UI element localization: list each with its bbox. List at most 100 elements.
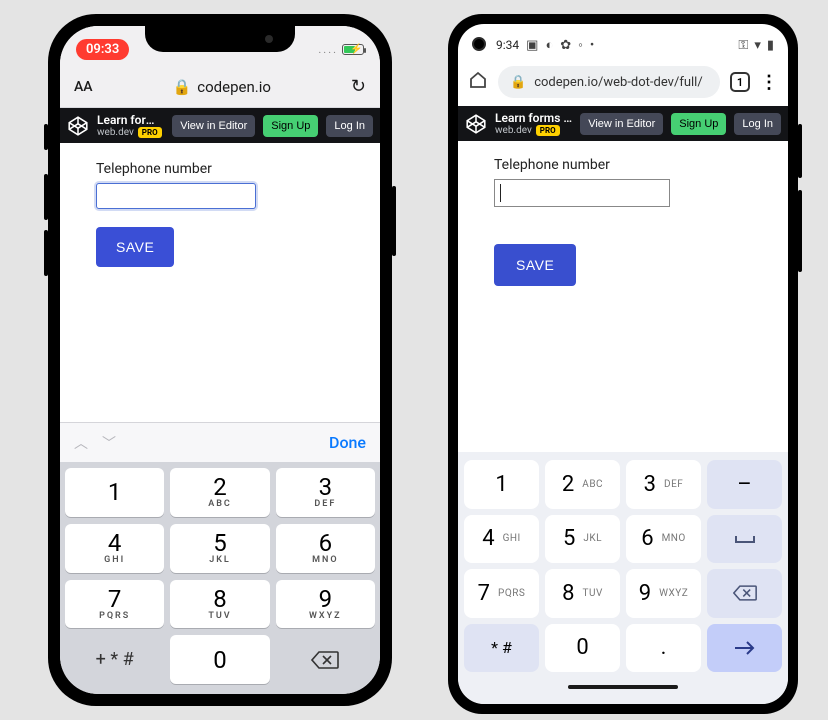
keyboard-done-button[interactable]: Done bbox=[329, 433, 366, 452]
key-0[interactable]: 0 bbox=[545, 624, 620, 673]
reload-icon[interactable]: ↻ bbox=[351, 76, 366, 97]
android-status-bar: 9:34 ▣ ◐ ✿ ◦ • ⚿ ▾ ▮ bbox=[458, 24, 788, 60]
key-2[interactable]: 2ABC bbox=[545, 460, 620, 509]
codepen-logo-icon bbox=[67, 115, 89, 137]
android-number-keyboard: 1 2ABC 3DEF – 4GHI 5JKL 6MNO 7PQRS 8TUV … bbox=[458, 452, 788, 704]
chrome-toolbar: 🔒 codepen.io/web-dot-dev/full/ 1 ⋮ bbox=[458, 60, 788, 106]
key-star-hash[interactable]: * # bbox=[464, 624, 539, 673]
telephone-input[interactable] bbox=[96, 183, 256, 209]
key-backspace[interactable] bbox=[707, 569, 782, 618]
log-in-button[interactable]: Log In bbox=[326, 115, 373, 137]
pen-title: Learn forms – virt... bbox=[495, 111, 572, 125]
key-1[interactable]: 1 bbox=[65, 468, 164, 517]
key-5[interactable]: 5JKL bbox=[545, 515, 620, 564]
prev-field-button[interactable]: ︿ bbox=[74, 433, 88, 453]
telephone-label: Telephone number bbox=[96, 161, 344, 177]
lock-icon: 🔒 bbox=[173, 78, 192, 96]
view-in-editor-button[interactable]: View in Editor bbox=[172, 115, 255, 137]
pixel-screen: 9:34 ▣ ◐ ✿ ◦ • ⚿ ▾ ▮ 🔒 codepen.io/web-do… bbox=[458, 24, 788, 704]
url-text: codepen.io/web-dot-dev/full/ bbox=[534, 75, 703, 90]
chrome-home-button[interactable] bbox=[468, 70, 488, 94]
codepen-header: Learn forms – virt... web.dev PRO View i… bbox=[458, 106, 788, 141]
status-icon-4: ◦ bbox=[578, 37, 583, 53]
tab-count-button[interactable]: 1 bbox=[730, 72, 750, 92]
url-display[interactable]: 🔒 codepen.io bbox=[173, 78, 271, 96]
safari-url-bar[interactable]: AA 🔒 codepen.io ↻ bbox=[60, 66, 380, 108]
key-6[interactable]: 6MNO bbox=[276, 524, 375, 573]
key-space[interactable] bbox=[707, 515, 782, 564]
wifi-icon: ▾ bbox=[754, 38, 761, 53]
pixel-front-camera bbox=[472, 37, 486, 51]
backspace-icon bbox=[311, 650, 339, 670]
form-area: Telephone number SAVE bbox=[60, 143, 380, 285]
key-8[interactable]: 8TUV bbox=[545, 569, 620, 618]
key-0[interactable]: 0 bbox=[170, 635, 269, 684]
iphone-volume-down bbox=[44, 230, 48, 276]
save-button[interactable]: SAVE bbox=[96, 227, 174, 267]
gesture-pill bbox=[568, 685, 678, 689]
ios-number-keyboard: 1 2ABC 3DEF 4GHI 5JKL 6MNO 7PQRS 8TUV 9W… bbox=[60, 462, 380, 694]
pixel-power-button bbox=[798, 124, 802, 178]
key-7[interactable]: 7PQRS bbox=[65, 580, 164, 629]
codepen-title-block: Learn forms – virt... web.dev PRO bbox=[495, 111, 572, 136]
key-dash[interactable]: – bbox=[707, 460, 782, 509]
sign-up-button[interactable]: Sign Up bbox=[263, 115, 318, 137]
status-icon-2: ◐ bbox=[545, 37, 553, 53]
charging-icon: ⚡ bbox=[350, 44, 364, 55]
ios-keyboard-accessory: ︿ ﹀ Done bbox=[60, 422, 380, 462]
lock-icon: 🔒 bbox=[510, 75, 526, 90]
vpn-key-icon: ⚿ bbox=[738, 38, 748, 53]
pen-author: web.dev bbox=[97, 127, 134, 138]
next-field-button[interactable]: ﹀ bbox=[102, 433, 116, 453]
key-8[interactable]: 8TUV bbox=[170, 580, 269, 629]
key-go[interactable] bbox=[707, 624, 782, 673]
key-symbols[interactable]: + * # bbox=[65, 635, 164, 684]
ios-recording-time: 09:33 bbox=[76, 39, 129, 60]
key-3[interactable]: 3DEF bbox=[626, 460, 701, 509]
key-7[interactable]: 7PQRS bbox=[464, 569, 539, 618]
pro-badge: PRO bbox=[138, 127, 162, 138]
status-icon-3: ✿ bbox=[560, 38, 571, 53]
ios-signal-dots: .... bbox=[318, 43, 338, 56]
key-4[interactable]: 4GHI bbox=[464, 515, 539, 564]
pen-title: Learn forms – virt... bbox=[97, 113, 164, 127]
android-nav-bar[interactable] bbox=[464, 678, 782, 696]
key-6[interactable]: 6MNO bbox=[626, 515, 701, 564]
home-icon bbox=[468, 70, 488, 90]
front-camera-icon bbox=[265, 35, 273, 43]
key-dot[interactable]: . bbox=[626, 624, 701, 673]
arrow-right-icon bbox=[733, 640, 757, 656]
key-backspace[interactable] bbox=[276, 635, 375, 684]
pixel-frame: 9:34 ▣ ◐ ✿ ◦ • ⚿ ▾ ▮ 🔒 codepen.io/web-do… bbox=[448, 14, 798, 714]
text-cursor bbox=[500, 184, 501, 202]
codepen-logo-icon bbox=[465, 113, 487, 135]
view-in-editor-button[interactable]: View in Editor bbox=[580, 113, 663, 135]
save-button[interactable]: SAVE bbox=[494, 244, 576, 286]
sign-up-button[interactable]: Sign Up bbox=[671, 113, 726, 135]
telephone-label: Telephone number bbox=[494, 157, 752, 173]
key-3[interactable]: 3DEF bbox=[276, 468, 375, 517]
key-4[interactable]: 4GHI bbox=[65, 524, 164, 573]
android-time: 9:34 bbox=[496, 38, 519, 52]
chrome-overflow-button[interactable]: ⋮ bbox=[760, 72, 778, 93]
key-5[interactable]: 5JKL bbox=[170, 524, 269, 573]
codepen-title-block: Learn forms – virt... web.dev PRO bbox=[97, 113, 164, 138]
backspace-icon bbox=[733, 584, 757, 602]
codepen-header: Learn forms – virt... web.dev PRO View i… bbox=[60, 108, 380, 143]
reader-aa-button[interactable]: AA bbox=[74, 79, 93, 95]
iphone-screen: 09:33 .... ⚡ AA 🔒 codepen.io ↻ bbox=[60, 26, 380, 694]
pixel-volume-rocker bbox=[798, 190, 802, 272]
tab-count-value: 1 bbox=[737, 76, 743, 89]
status-icon-1: ▣ bbox=[526, 38, 538, 53]
telephone-input[interactable] bbox=[494, 179, 670, 207]
key-9[interactable]: 9WXYZ bbox=[276, 580, 375, 629]
pro-badge: PRO bbox=[536, 125, 560, 136]
key-1[interactable]: 1 bbox=[464, 460, 539, 509]
iphone-frame: 09:33 .... ⚡ AA 🔒 codepen.io ↻ bbox=[48, 14, 392, 706]
chrome-url-bar[interactable]: 🔒 codepen.io/web-dot-dev/full/ bbox=[498, 66, 720, 98]
ios-status-right: .... ⚡ bbox=[318, 43, 364, 56]
key-9[interactable]: 9WXYZ bbox=[626, 569, 701, 618]
key-2[interactable]: 2ABC bbox=[170, 468, 269, 517]
iphone-notch bbox=[145, 26, 295, 52]
log-in-button[interactable]: Log In bbox=[734, 113, 781, 135]
